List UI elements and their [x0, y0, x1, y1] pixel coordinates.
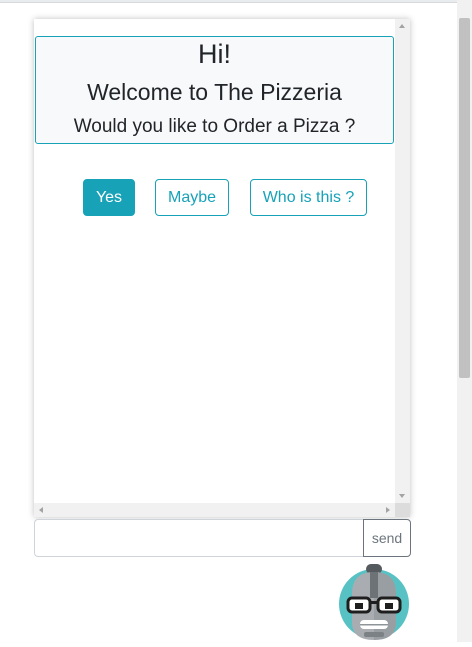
chat-messages: Hi! Welcome to The Pizzeria Would you li…	[34, 19, 395, 503]
welcome-message-card: Hi! Welcome to The Pizzeria Would you li…	[35, 36, 394, 144]
maybe-button[interactable]: Maybe	[155, 179, 229, 216]
chat-horizontal-scrollbar[interactable]	[34, 503, 395, 517]
page-top-border	[0, 0, 472, 3]
scroll-left-arrow-icon[interactable]	[39, 507, 43, 513]
chat-window: Hi! Welcome to The Pizzeria Would you li…	[34, 19, 410, 517]
yes-button[interactable]: Yes	[83, 179, 135, 216]
robot-avatar-icon[interactable]	[338, 564, 410, 642]
scrollbar-corner	[395, 503, 410, 517]
who-is-this-button[interactable]: Who is this ?	[250, 179, 367, 216]
chat-vertical-scrollbar[interactable]	[395, 19, 410, 503]
scroll-right-arrow-icon[interactable]	[386, 507, 390, 513]
page-scrollbar[interactable]	[457, 0, 472, 642]
page-scrollbar-thumb[interactable]	[459, 18, 470, 378]
scroll-down-arrow-icon[interactable]	[399, 494, 405, 498]
greeting-text: Hi!	[198, 39, 231, 69]
send-button[interactable]: send	[363, 519, 411, 557]
scroll-up-arrow-icon[interactable]	[399, 24, 405, 28]
welcome-text: Welcome to The Pizzeria	[87, 79, 342, 105]
question-text: Would you like to Order a Pizza ?	[73, 116, 356, 137]
message-input[interactable]	[34, 519, 364, 557]
